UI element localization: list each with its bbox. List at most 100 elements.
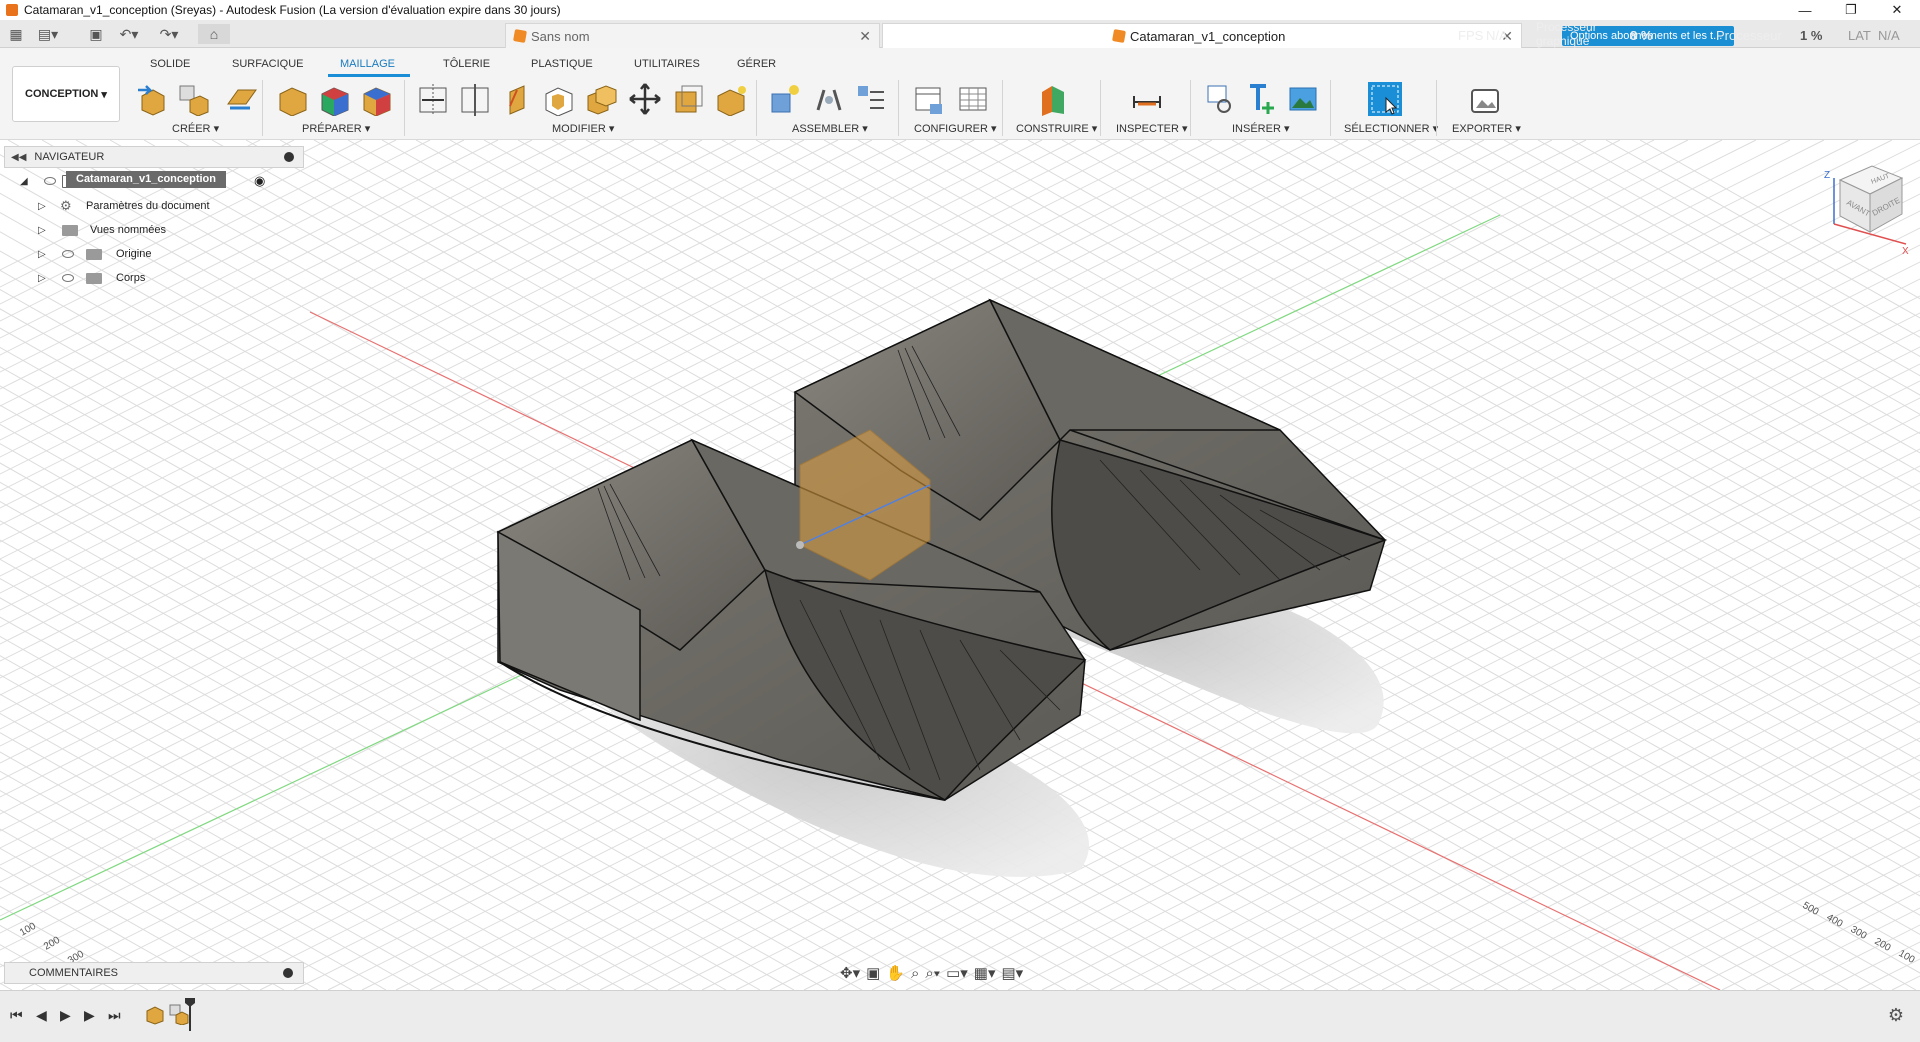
shell-icon[interactable]: [542, 82, 576, 116]
expand-arrow-icon[interactable]: ▷: [38, 225, 46, 236]
activate-radio-icon[interactable]: ◉: [254, 173, 265, 189]
combine-icon[interactable]: [584, 82, 618, 116]
tab-solide[interactable]: SOLIDE: [150, 58, 190, 70]
timeline-mesh-feature-icon[interactable]: [144, 1003, 166, 1025]
tab-surfacique[interactable]: SURFACIQUE: [232, 58, 304, 70]
redo-icon[interactable]: ↷▾: [156, 24, 182, 44]
minimize-button[interactable]: —: [1782, 0, 1828, 20]
group-separator: [262, 80, 263, 136]
tab-utilitaires[interactable]: UTILITAIRES: [634, 58, 700, 70]
grid-line: [1891, 975, 1920, 990]
tree-item-vues-nommees[interactable]: ▷ Vues nommées: [4, 218, 304, 242]
group-label-assembler[interactable]: ASSEMBLER ▾: [792, 122, 868, 135]
navigation-toolbar: ✥▾ ▣ ✋ ⌕ ⌕▾ ▭▾ ▦▾ ▤▾: [840, 960, 1023, 986]
grid-line: [1571, 140, 1920, 338]
grid-settings-icon[interactable]: ▦▾: [974, 964, 996, 982]
collapse-panel-icon[interactable]: ◀◀: [11, 152, 26, 163]
tree-root[interactable]: ◢ Catamaran_v1_conception ◉: [4, 168, 304, 194]
tree-item-origine[interactable]: ▷ Origine: [4, 242, 304, 266]
expand-arrow-icon[interactable]: ▷: [38, 201, 46, 212]
generate-face-groups-icon[interactable]: [318, 82, 352, 116]
insert-mesh-icon[interactable]: [136, 82, 170, 116]
plane-cut-icon[interactable]: [416, 82, 450, 116]
as-built-joint-icon[interactable]: [854, 82, 888, 116]
repair-icon[interactable]: [276, 82, 310, 116]
tessellate-icon[interactable]: [176, 82, 210, 116]
undo-icon[interactable]: ↶▾: [116, 24, 142, 44]
tab-maillage[interactable]: MAILLAGE: [340, 58, 395, 70]
group-label-modifier[interactable]: MODIFIER ▾: [552, 122, 614, 135]
file-menu-icon[interactable]: ▤▾: [36, 24, 60, 44]
visibility-eye-icon[interactable]: [44, 177, 56, 185]
offset-plane-icon[interactable]: [1036, 82, 1070, 116]
reverse-normal-icon[interactable]: [500, 82, 534, 116]
play-icon[interactable]: ▶: [60, 1007, 71, 1024]
scale-icon[interactable]: [672, 82, 706, 116]
browser-header[interactable]: ◀◀ NAVIGATEUR: [4, 146, 304, 168]
browser-pin-icon[interactable]: [284, 152, 294, 162]
apps-grid-icon[interactable]: ▦: [6, 24, 26, 44]
orbit-icon[interactable]: ✥▾: [840, 964, 860, 982]
expand-arrow-icon[interactable]: ▷: [38, 249, 46, 260]
group-label-exporter[interactable]: EXPORTER ▾: [1452, 122, 1521, 135]
group-label-creer[interactable]: CRÉER ▾: [172, 122, 219, 135]
tree-item-parametres[interactable]: ▷ ⚙ Paramètres du document: [4, 194, 304, 218]
zoom-icon[interactable]: ⌕: [911, 965, 919, 982]
measure-icon[interactable]: [1130, 82, 1164, 116]
root-component-label[interactable]: Catamaran_v1_conception: [66, 171, 226, 188]
insert-canvas-icon[interactable]: [1286, 82, 1320, 116]
step-forward-icon[interactable]: ▶: [84, 1007, 95, 1024]
workspace-switcher[interactable]: CONCEPTION ▾: [12, 66, 120, 122]
capture-image-icon[interactable]: [1468, 82, 1502, 116]
comments-panel[interactable]: COMMENTAIRES: [4, 962, 304, 984]
group-label-selectionner[interactable]: SÉLECTIONNER ▾: [1344, 122, 1438, 135]
select-icon[interactable]: [1366, 80, 1404, 118]
visibility-eye-icon[interactable]: [62, 250, 74, 258]
configuration-table-icon[interactable]: [956, 82, 990, 116]
save-icon[interactable]: ▣: [86, 24, 106, 44]
group-label-inspecter[interactable]: INSPECTER ▾: [1116, 122, 1188, 135]
group-label-preparer[interactable]: PRÉPARER ▾: [302, 122, 370, 135]
tab-sans-nom[interactable]: Sans nom ✕: [505, 23, 880, 48]
add-comment-icon[interactable]: [283, 968, 293, 978]
close-tab-icon[interactable]: ✕: [859, 28, 871, 45]
tab-tolerie[interactable]: TÔLERIE: [443, 58, 490, 70]
go-to-start-icon[interactable]: ⏮: [10, 1007, 23, 1024]
tab-plastique[interactable]: PLASTIQUE: [531, 58, 593, 70]
visibility-eye-icon[interactable]: [62, 274, 74, 282]
collapse-arrow-icon[interactable]: ◢: [20, 176, 28, 187]
insert-derive-icon[interactable]: [1202, 82, 1236, 116]
create-face-group-icon[interactable]: [224, 82, 258, 116]
parameters-icon[interactable]: [912, 82, 946, 116]
group-label-construire[interactable]: CONSTRUIRE ▾: [1016, 122, 1097, 135]
tab-catamaran[interactable]: Catamaran_v1_conception ✕: [882, 23, 1522, 48]
timeline-settings-gear-icon[interactable]: ⚙: [1888, 1005, 1904, 1026]
restore-button[interactable]: ❐: [1828, 0, 1874, 20]
move-copy-icon[interactable]: [628, 82, 662, 116]
comments-title: COMMENTAIRES: [29, 967, 119, 979]
fit-icon[interactable]: ⌕▾: [925, 965, 940, 982]
smooth-icon[interactable]: [714, 82, 748, 116]
home-icon[interactable]: ⌂: [198, 24, 230, 44]
expand-arrow-icon[interactable]: ▷: [38, 273, 46, 284]
insert-mesh-plus-icon[interactable]: [1244, 82, 1278, 116]
mesh-section-icon[interactable]: [458, 82, 492, 116]
new-component-icon[interactable]: [768, 82, 802, 116]
fps-label: FPS: [1458, 28, 1484, 43]
joint-icon[interactable]: [812, 82, 846, 116]
viewports-icon[interactable]: ▤▾: [1002, 964, 1024, 982]
combine-face-groups-icon[interactable]: [360, 82, 394, 116]
display-settings-icon[interactable]: ▭▾: [946, 964, 968, 982]
tree-item-corps[interactable]: ▷ Corps: [4, 266, 304, 290]
pan-icon[interactable]: ✋: [886, 964, 905, 982]
group-label-configurer[interactable]: CONFIGURER ▾: [914, 122, 997, 135]
step-back-icon[interactable]: ◀: [36, 1007, 47, 1024]
go-to-end-icon[interactable]: ⏭: [108, 1007, 121, 1024]
look-at-icon[interactable]: ▣: [866, 964, 880, 982]
grid-line: [1823, 941, 1920, 990]
timeline-marker[interactable]: [184, 997, 196, 1031]
tab-gerer[interactable]: GÉRER: [737, 58, 776, 70]
viewcube[interactable]: HAUT AVANT DROITE Z X: [1810, 150, 1910, 260]
close-button[interactable]: ✕: [1874, 0, 1920, 20]
group-label-inserer[interactable]: INSÉRER ▾: [1232, 122, 1289, 135]
